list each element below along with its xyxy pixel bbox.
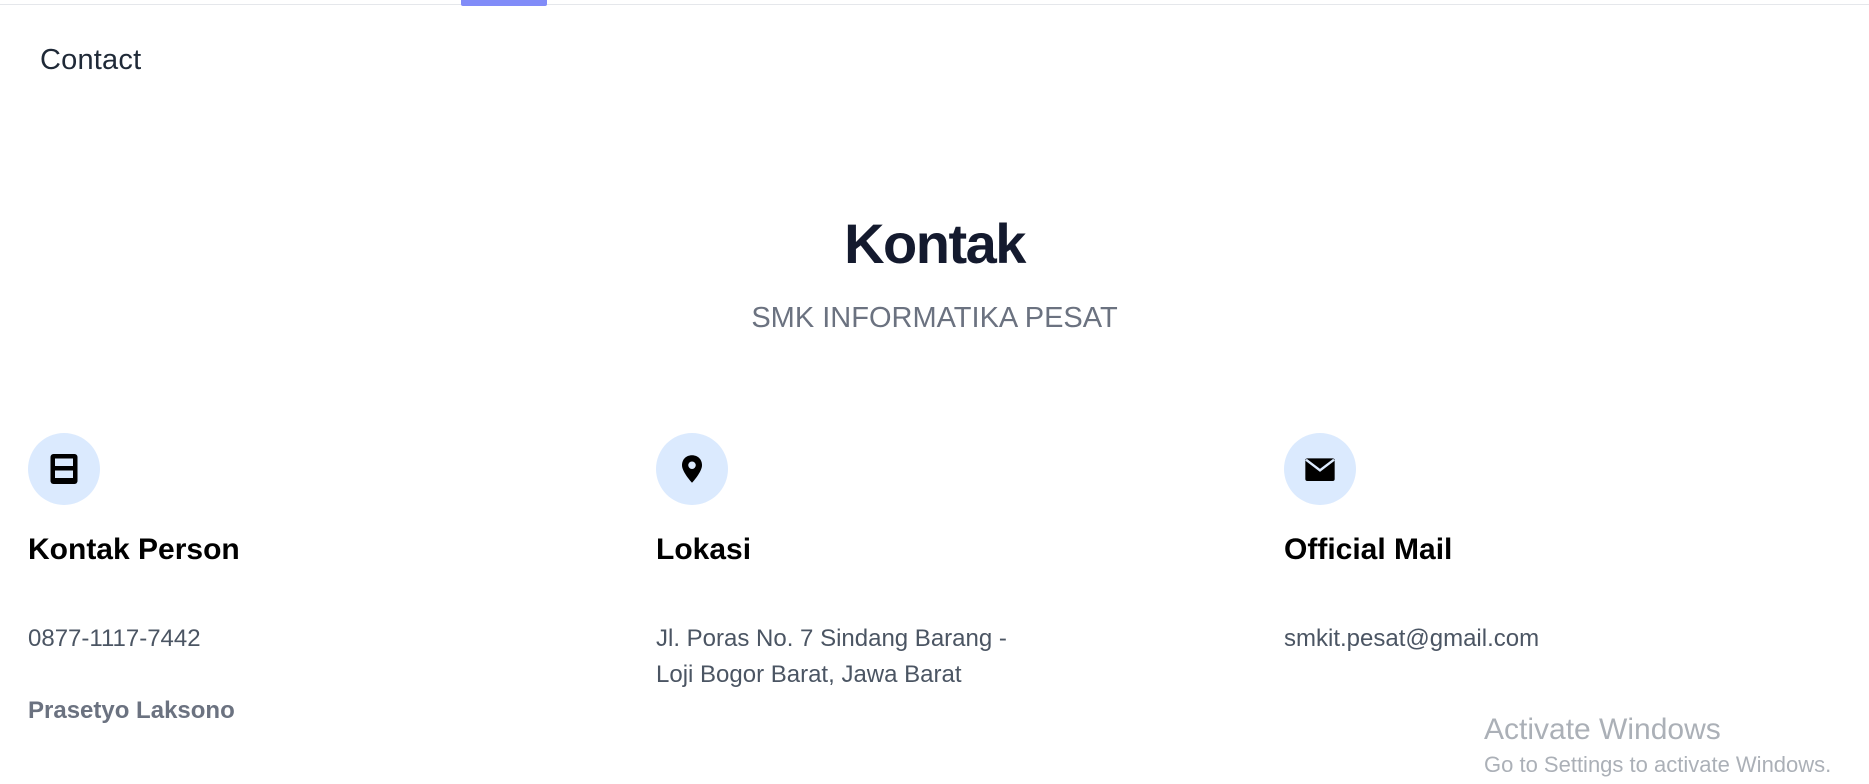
watermark-subtitle: Go to Settings to activate Windows. bbox=[1484, 752, 1832, 777]
windows-activation-watermark: Activate Windows Go to Settings to activ… bbox=[1484, 712, 1831, 780]
contact-page: Contact Kontak SMK INFORMATIKA PESAT Kon… bbox=[0, 0, 1869, 784]
contact-person-name: Prasetyo Laksono bbox=[28, 697, 235, 724]
location-address: Jl. Poras No. 7 Sindang Barang - Loji Bo… bbox=[656, 625, 1007, 688]
active-tab-indicator bbox=[461, 0, 547, 6]
official-mail-card: Official Mail smkit.pesat@gmail.com bbox=[1284, 433, 1869, 652]
phone-icon bbox=[28, 433, 100, 505]
location-pin-icon bbox=[656, 433, 728, 505]
mail-icon bbox=[1284, 433, 1356, 505]
top-nav-divider bbox=[0, 4, 1869, 5]
contact-person-card: Kontak Person 0877-1117-7442 Prasetyo La… bbox=[28, 433, 628, 724]
section-title: Kontak bbox=[844, 212, 1026, 275]
watermark-title: Activate Windows bbox=[1484, 713, 1721, 746]
location-title: Lokasi bbox=[656, 533, 752, 566]
official-mail-address[interactable]: smkit.pesat@gmail.com bbox=[1284, 621, 1654, 657]
official-mail-title: Official Mail bbox=[1284, 533, 1453, 566]
location-card: Lokasi Jl. Poras No. 7 Sindang Barang - … bbox=[656, 433, 1256, 688]
nav-contact-link[interactable]: Contact bbox=[40, 44, 141, 77]
contact-phone-number[interactable]: 0877-1117-7442 bbox=[28, 621, 398, 657]
contact-person-title: Kontak Person bbox=[28, 533, 240, 566]
section-subtitle: SMK INFORMATIKA PESAT bbox=[751, 302, 1118, 334]
